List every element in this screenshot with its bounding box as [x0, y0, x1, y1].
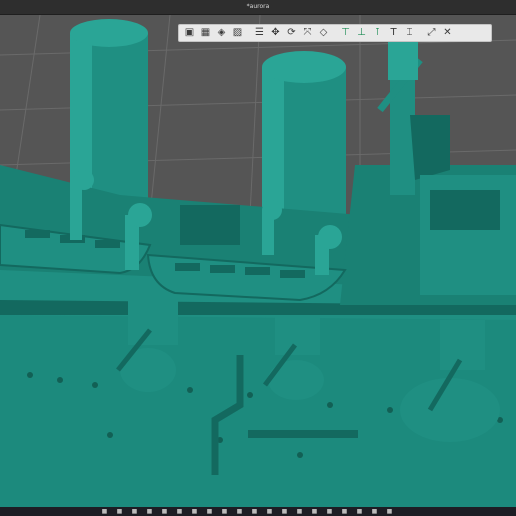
mail-icon[interactable]: ■ [160, 508, 169, 515]
os-taskbar: ■ ■ ■ ■ ■ ■ ■ ■ ■ ■ ■ ■ ■ ■ ■ ■ ■ ■ ■ ■ [0, 507, 516, 516]
app-icon[interactable]: ■ [310, 508, 319, 515]
app-icon[interactable]: ■ [190, 508, 199, 515]
search-icon[interactable]: ■ [115, 508, 124, 515]
app-icon[interactable]: ■ [355, 508, 364, 515]
app-icon[interactable]: ■ [385, 508, 394, 515]
scale-icon[interactable]: ⤧ [300, 26, 315, 40]
browser-icon[interactable]: ■ [145, 508, 154, 515]
app-icon[interactable]: ■ [340, 508, 349, 515]
3d-viewport[interactable]: ▣ ▦ ◈ ▨ ☰ ✥ ⟳ ⤧ ◇ ⊤ ⊥ ⊺ T ⌶ ⤢ ✕ [0, 15, 516, 507]
app-icon[interactable]: ■ [175, 508, 184, 515]
app-icon[interactable]: ■ [235, 508, 244, 515]
viewport-toolbar: ▣ ▦ ◈ ▨ ☰ ✥ ⟳ ⤧ ◇ ⊤ ⊥ ⊺ T ⌶ ⤢ ✕ [178, 24, 492, 42]
material-view-icon[interactable]: ◈ [214, 26, 229, 40]
text-tool-icon[interactable]: T [386, 26, 401, 40]
layers-icon[interactable]: ☰ [252, 26, 267, 40]
ship-model-render[interactable] [0, 15, 516, 507]
image-icon[interactable]: ▨ [230, 26, 245, 40]
app-icon[interactable]: ■ [220, 508, 229, 515]
support-add-icon[interactable]: ⊤ [338, 26, 353, 40]
app-icon[interactable]: ■ [265, 508, 274, 515]
files-icon[interactable]: ■ [130, 508, 139, 515]
close-panel-icon[interactable]: ✕ [440, 26, 455, 40]
app-icon[interactable]: ■ [250, 508, 259, 515]
move-icon[interactable]: ✥ [268, 26, 283, 40]
window-titlebar: *aurora [0, 0, 516, 15]
support-edit-icon[interactable]: ⊥ [354, 26, 369, 40]
grid-icon[interactable]: ▦ [198, 26, 213, 40]
app-icon[interactable]: ■ [370, 508, 379, 515]
start-icon[interactable]: ■ [100, 508, 109, 515]
support-auto-icon[interactable]: ⊺ [370, 26, 385, 40]
measure-icon[interactable]: ⌶ [402, 26, 417, 40]
app-icon[interactable]: ■ [325, 508, 334, 515]
app-icon[interactable]: ■ [295, 508, 304, 515]
window-title: *aurora [246, 3, 270, 10]
fit-view-icon[interactable]: ⤢ [424, 26, 439, 40]
eraser-icon[interactable]: ◇ [316, 26, 331, 40]
app-icon[interactable]: ■ [280, 508, 289, 515]
app-icon[interactable]: ■ [205, 508, 214, 515]
view-cube-icon[interactable]: ▣ [182, 26, 197, 40]
rotate-icon[interactable]: ⟳ [284, 26, 299, 40]
